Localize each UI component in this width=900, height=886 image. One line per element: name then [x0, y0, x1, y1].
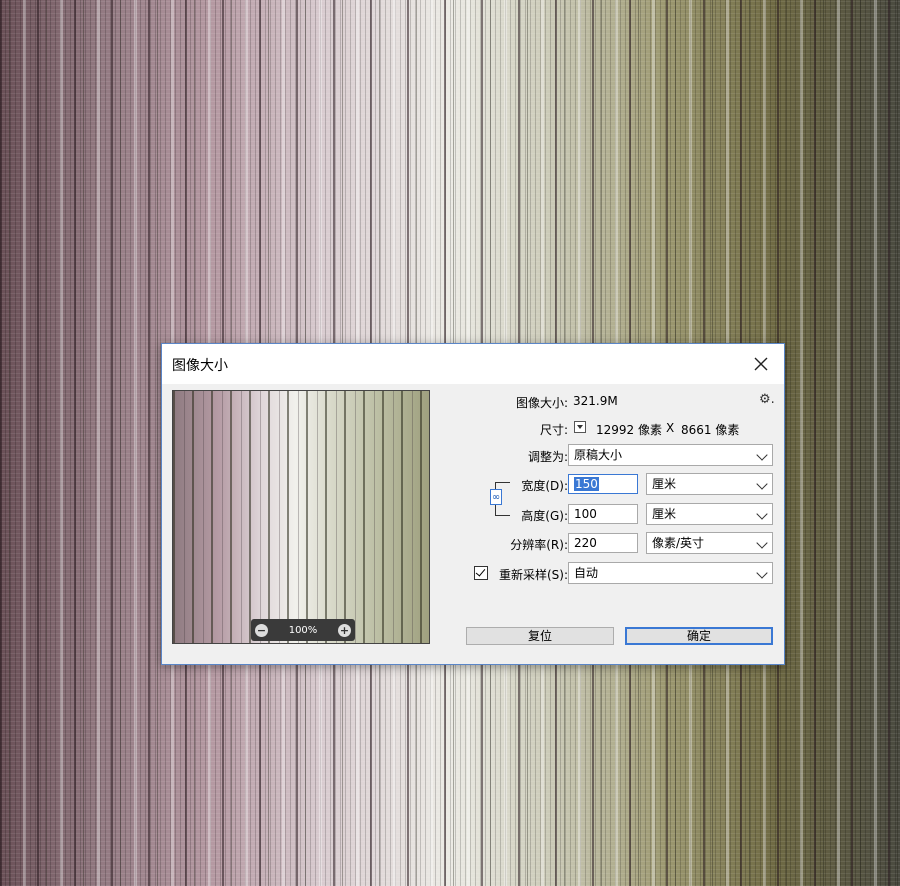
fit-to-value: 原稿大小 — [574, 448, 623, 462]
width-label: 宽度(D): — [521, 479, 568, 493]
gear-icon[interactable]: ⚙. — [759, 392, 775, 407]
resample-checkbox[interactable] — [474, 566, 488, 580]
image-size-dialog: 图像大小 − 100% + 图像大小: 321.9M ⚙. 尺寸: 12992 … — [161, 343, 785, 665]
image-size-value: 321.9M — [573, 394, 618, 408]
zoom-control: − 100% + — [251, 619, 355, 641]
resample-value: 自动 — [574, 566, 599, 580]
resolution-input[interactable]: 220 — [568, 533, 638, 553]
close-icon — [754, 357, 768, 371]
resolution-value: 220 — [574, 536, 597, 550]
zoom-out-button[interactable]: − — [255, 623, 268, 637]
dialog-titlebar: 图像大小 — [162, 344, 784, 384]
dimensions-label: 尺寸: — [539, 423, 568, 437]
chevron-down-icon — [756, 567, 768, 579]
width-unit-value: 厘米 — [652, 477, 677, 491]
dimensions-width: 12992 像素 — [596, 423, 662, 437]
close-button[interactable] — [738, 344, 784, 384]
resolution-label: 分辨率(R): — [510, 538, 568, 552]
resample-label: 重新采样(S): — [498, 568, 568, 582]
zoom-in-button[interactable]: + — [338, 623, 351, 637]
dimensions-height: 8661 像素 — [681, 423, 740, 437]
height-input[interactable]: 100 — [568, 504, 638, 524]
zoom-level: 100% — [288, 624, 318, 636]
resolution-unit-select[interactable]: 像素/英寸 — [646, 532, 773, 554]
height-unit-value: 厘米 — [652, 507, 677, 521]
resolution-unit-value: 像素/英寸 — [652, 536, 705, 550]
reset-button[interactable]: 复位 — [466, 627, 614, 645]
image-size-label: 图像大小: — [515, 396, 568, 410]
ok-button[interactable]: 确定 — [625, 627, 773, 645]
dialog-title: 图像大小 — [172, 358, 228, 374]
dimensions-unit-dropdown[interactable] — [574, 421, 586, 433]
height-unit-select[interactable]: 厘米 — [646, 503, 773, 525]
chevron-down-icon — [756, 449, 768, 461]
fit-to-select[interactable]: 原稿大小 — [568, 444, 773, 466]
resample-select[interactable]: 自动 — [568, 562, 773, 584]
image-preview[interactable]: − 100% + — [172, 390, 430, 644]
chevron-down-icon — [756, 508, 768, 520]
fit-to-label: 调整为: — [527, 450, 568, 464]
height-label: 高度(G): — [521, 509, 568, 523]
chevron-down-icon — [756, 478, 768, 490]
chevron-down-icon — [756, 537, 768, 549]
width-value: 150 — [574, 477, 599, 491]
width-input[interactable]: 150 — [568, 474, 638, 494]
width-unit-select[interactable]: 厘米 — [646, 473, 773, 495]
height-value: 100 — [574, 507, 597, 521]
dimensions-separator: X — [666, 421, 675, 435]
